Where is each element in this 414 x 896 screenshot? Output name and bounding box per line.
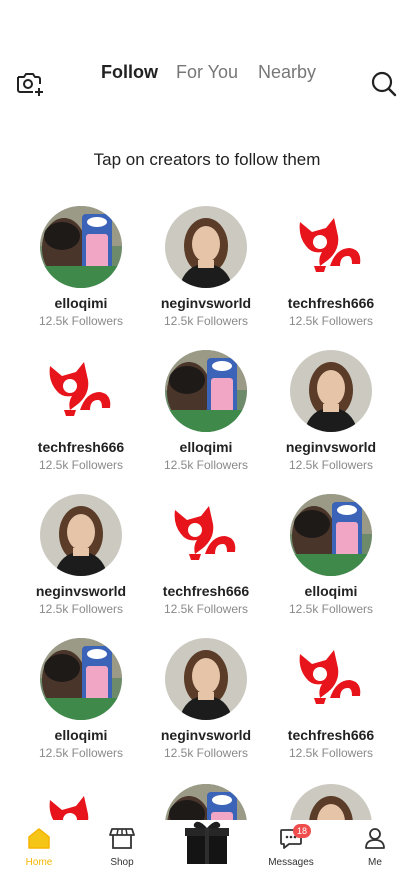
creator-name: neginvsworld: [160, 727, 252, 743]
creator-card[interactable]: neginvsworld 12.5k Followers: [137, 638, 275, 760]
nav-me[interactable]: Me: [343, 826, 407, 868]
creator-followers: 12.5k Followers: [163, 746, 249, 760]
creator-name: neginvsworld: [285, 439, 377, 455]
nav-messages[interactable]: 18 Messages: [259, 824, 323, 868]
creator-avatar: [165, 350, 247, 432]
creator-name: elloqimi: [304, 583, 358, 599]
creator-followers: 12.5k Followers: [288, 314, 374, 328]
page-headline: Tap on creators to follow them: [93, 150, 321, 169]
creator-avatar: [290, 638, 372, 720]
creator-followers: 12.5k Followers: [288, 602, 374, 616]
creator-avatar: [40, 350, 122, 432]
creator-avatar: [40, 494, 122, 576]
camera-plus-icon[interactable]: [14, 68, 46, 98]
creator-avatar: [165, 494, 247, 576]
nav-shop-label: Shop: [110, 857, 134, 868]
creator-card[interactable]: neginvsworld 12.5k Followers: [12, 494, 150, 616]
tab-for-you[interactable]: For You: [176, 62, 238, 83]
gift-icon[interactable]: [184, 818, 230, 866]
search-icon[interactable]: [370, 70, 398, 98]
creator-card[interactable]: techfresh666 12.5k Followers: [12, 350, 150, 472]
creator-followers: 12.5k Followers: [38, 314, 124, 328]
creator-name: neginvsworld: [35, 583, 127, 599]
creator-followers: 12.5k Followers: [38, 458, 124, 472]
creator-avatar: [165, 638, 247, 720]
shop-icon: [109, 828, 135, 849]
creator-card[interactable]: techfresh666 12.5k Followers: [137, 494, 275, 616]
creator-followers: 12.5k Followers: [38, 602, 124, 616]
creator-card[interactable]: techfresh666 12.5k Followers: [262, 206, 400, 328]
creator-name: techfresh666: [162, 583, 250, 599]
creator-followers: 12.5k Followers: [163, 602, 249, 616]
creator-followers: 12.5k Followers: [288, 458, 374, 472]
creator-followers: 12.5k Followers: [288, 746, 374, 760]
nav-home[interactable]: Home: [7, 826, 71, 868]
creator-name: neginvsworld: [160, 295, 252, 311]
top-bar: Follow For You Nearby: [0, 60, 414, 106]
creator-card[interactable]: elloqimi 12.5k Followers: [262, 494, 400, 616]
creator-avatar: [290, 494, 372, 576]
nav-me-label: Me: [368, 857, 382, 868]
nav-messages-label: Messages: [268, 857, 314, 868]
home-icon: [28, 828, 50, 849]
user-icon: [365, 828, 385, 849]
creator-name: elloqimi: [54, 295, 108, 311]
creator-card[interactable]: elloqimi 12.5k Followers: [137, 350, 275, 472]
creator-card[interactable]: neginvsworld 12.5k Followers: [262, 350, 400, 472]
creator-name: techfresh666: [37, 439, 125, 455]
creator-card[interactable]: techfresh666 12.5k Followers: [262, 638, 400, 760]
creator-name: elloqimi: [179, 439, 233, 455]
creator-avatar: [40, 638, 122, 720]
creator-avatar: [40, 206, 122, 288]
creator-avatar: [290, 206, 372, 288]
creator-card[interactable]: neginvsworld 12.5k Followers: [137, 206, 275, 328]
nav-home-label: Home: [25, 857, 53, 868]
tab-nearby[interactable]: Nearby: [258, 62, 316, 83]
creator-name: techfresh666: [287, 727, 375, 743]
creator-card[interactable]: elloqimi 12.5k Followers: [12, 206, 150, 328]
creator-name: elloqimi: [54, 727, 108, 743]
tab-follow[interactable]: Follow: [101, 62, 158, 83]
creator-card[interactable]: elloqimi 12.5k Followers: [12, 638, 150, 760]
creator-followers: 12.5k Followers: [38, 746, 124, 760]
creator-followers: 12.5k Followers: [163, 314, 249, 328]
messages-badge: 18: [293, 824, 312, 838]
creator-followers: 12.5k Followers: [163, 458, 249, 472]
creator-avatar: [165, 206, 247, 288]
bottom-nav: Home Shop 18 Messages Me: [0, 820, 414, 896]
creator-avatar: [290, 350, 372, 432]
creator-name: techfresh666: [287, 295, 375, 311]
nav-shop[interactable]: Shop: [90, 826, 154, 868]
